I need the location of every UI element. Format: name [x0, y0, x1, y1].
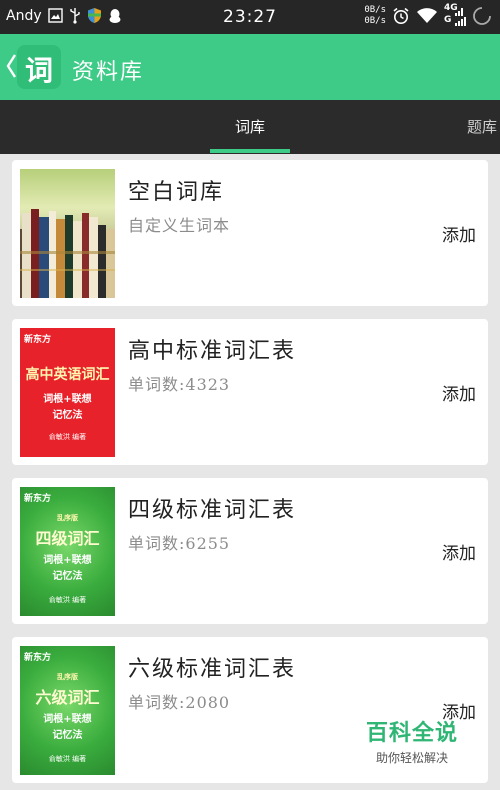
book-title: 高中标准词汇表	[128, 339, 297, 364]
cover-title: 四级词汇	[35, 529, 100, 548]
wifi-icon	[417, 8, 437, 23]
app-bar: 词 资料库	[0, 34, 500, 100]
tab-bar: 词库 题库	[0, 100, 500, 154]
cover-subtitle-1: 词根+联想	[43, 714, 92, 725]
cover-title: 六级词汇	[35, 688, 100, 707]
book-subtitle: 自定义生词本	[128, 216, 231, 235]
cover-tag: 乱序版	[57, 673, 78, 681]
cover-brand: 新东方	[24, 494, 52, 504]
alarm-clock-icon	[393, 7, 409, 24]
loading-spinner-icon	[473, 7, 491, 25]
add-button[interactable]: 添加	[442, 221, 476, 246]
cover-brand: 新东方	[24, 653, 52, 663]
logo-glyph: 词	[24, 54, 53, 87]
book-card-blank[interactable]: 空白词库 自定义生词本 添加	[12, 160, 488, 306]
book-cover-green: 新东方 乱序版 六级词汇 词根+联想 记忆法 俞敏洪 编著	[20, 646, 115, 775]
cover-author: 俞敏洪 编著	[48, 596, 87, 604]
signal-bars-icon	[455, 8, 466, 26]
book-subtitle: 单词数:6255	[128, 534, 231, 553]
book-cover-red: 新东方 高中英语词汇 词根+联想 记忆法 俞敏洪 编著	[20, 328, 115, 457]
app-logo[interactable]: 词	[17, 45, 61, 89]
cover-subtitle-1: 词根+联想	[43, 394, 92, 405]
book-card-cet4[interactable]: 新东方 乱序版 四级词汇 词根+联想 记忆法 俞敏洪 编著 四级标准词汇表 单词…	[12, 478, 488, 624]
cover-title: 高中英语词汇	[25, 367, 110, 383]
book-card-high-school[interactable]: 新东方 高中英语词汇 词根+联想 记忆法 俞敏洪 编著 高中标准词汇表 单词数:…	[12, 319, 488, 465]
active-tab-indicator	[210, 149, 290, 153]
watermark-logo: 百科全说 助你轻松解决	[362, 715, 462, 766]
book-subtitle: 单词数:4323	[128, 375, 231, 394]
network-speed: 0B/s 0B/s	[364, 5, 386, 26]
add-button[interactable]: 添加	[442, 380, 476, 405]
watermark-title: 百科全说	[365, 721, 458, 746]
back-chevron-icon[interactable]	[5, 52, 17, 80]
status-bar: Andy 23:27 0B/s 0B/s 4G G	[0, 0, 500, 34]
watermark-subtitle: 助你轻松解决	[375, 751, 448, 765]
book-subtitle: 单词数:2080	[128, 693, 231, 712]
book-title: 四级标准词汇表	[128, 498, 297, 523]
cover-subtitle-2: 记忆法	[52, 730, 83, 741]
book-title: 六级标准词汇表	[128, 657, 297, 682]
cover-subtitle-2: 记忆法	[52, 410, 83, 421]
tab-word-bank[interactable]: 词库	[235, 116, 265, 137]
cell-signal: 4G G	[444, 3, 466, 29]
bookshelf-illustration	[20, 209, 115, 298]
cover-tag: 乱序版	[57, 514, 78, 522]
page-title: 资料库	[72, 60, 145, 85]
cover-subtitle-1: 词根+联想	[43, 555, 92, 566]
cover-author: 俞敏洪 编著	[48, 433, 87, 441]
book-title: 空白词库	[128, 180, 225, 205]
cover-author: 俞敏洪 编著	[48, 755, 87, 763]
cover-subtitle-2: 记忆法	[52, 571, 83, 582]
add-button[interactable]: 添加	[442, 539, 476, 564]
tab-question-bank[interactable]: 题库	[467, 116, 497, 137]
book-cover-bookshelf	[20, 169, 115, 298]
cover-brand: 新东方	[24, 335, 52, 345]
book-cover-green: 新东方 乱序版 四级词汇 词根+联想 记忆法 俞敏洪 编著	[20, 487, 115, 616]
